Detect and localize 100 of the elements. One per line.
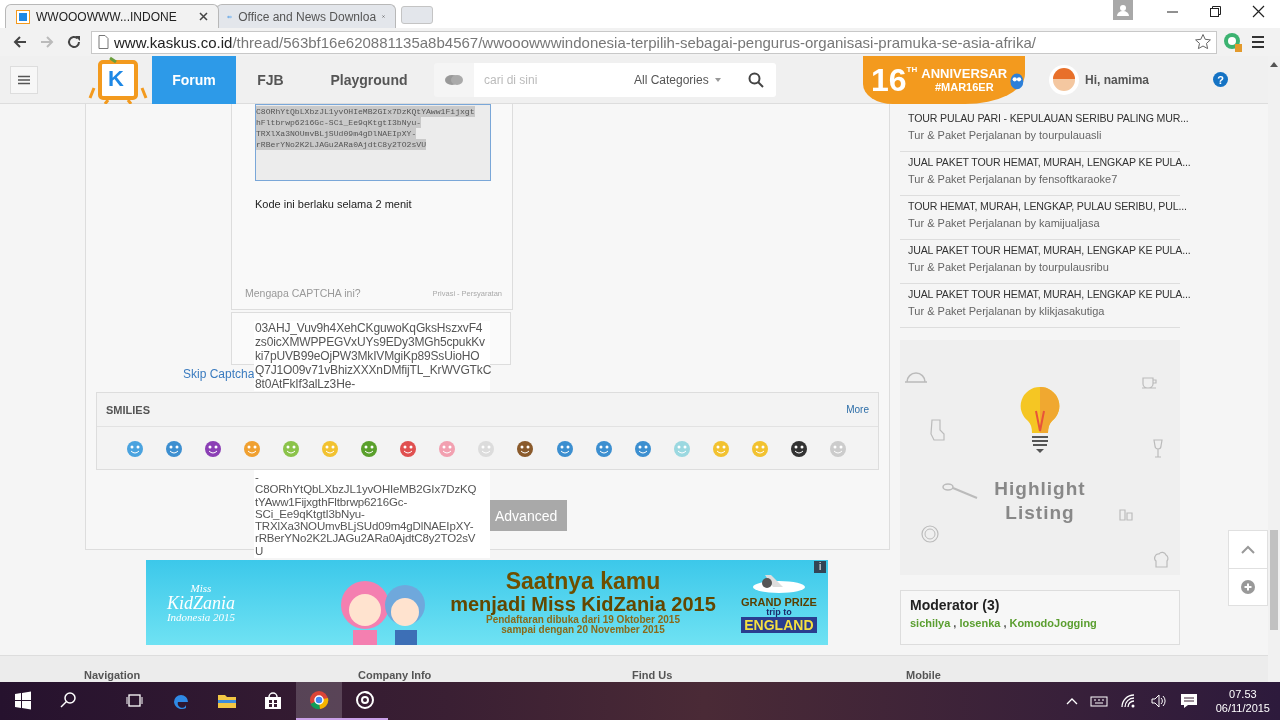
info-badge[interactable]: i xyxy=(814,561,826,573)
glove-icon xyxy=(928,418,946,442)
text-line: 8t0AtFkIf3alLz3He- xyxy=(255,377,356,391)
user-icon[interactable] xyxy=(1113,0,1133,20)
thread-title: TOUR HEMAT, MURAH, LENGKAP, PULAU SERIBU, PUL... xyxy=(908,200,1187,212)
footer-heading: Navigation xyxy=(84,669,142,682)
chat-icon[interactable] xyxy=(444,72,464,87)
clock[interactable]: 07.53 06/11/2015 xyxy=(1215,687,1270,715)
category-dropdown[interactable]: All Categories xyxy=(634,62,736,97)
thread-subtitle: Tur & Paket Perjalanan by tourpulausribu xyxy=(908,261,1109,273)
smiley-icon[interactable] xyxy=(203,438,224,459)
category-label: All Categories xyxy=(634,72,709,87)
text-line: - xyxy=(255,471,260,484)
scroll-up-icon[interactable] xyxy=(1270,61,1278,67)
ad-logo-text: Miss xyxy=(190,582,212,594)
anniversary-title: ANNIVERSAR xyxy=(921,66,1008,81)
text-line: SCi_Ee9qKtgtI3bNyu- xyxy=(255,507,365,521)
browser-tab[interactable]: WWOOOWWW...INDONE xyxy=(5,4,219,28)
captcha-code-field[interactable]: C8ORhYtQbLXbzJL1yvOHIeMB2GIx7DzKQtYAww1Fijxgt hFltbrwp6216Gc-SCi_Ee9qKtgtI3bNyu- TRXlXa3NOUmvBLjSUd09m4gDlNAEIpXY- rRBerYNo2K2LJAGu2ARa0AjdtC8y2TO2sVU xyxy=(255,104,491,181)
text-line: ki7pUVB99eOjPW3MkIVMgiKp89SsUioHO xyxy=(255,349,481,363)
thread-subtitle: Tur & Paket Perjalanan by kamijualjasa xyxy=(908,217,1100,229)
clock-time: 07.53 xyxy=(1229,687,1257,701)
comma-text: , xyxy=(1003,617,1007,629)
text-line: 03AHJ_Vuv9h4XehCKguwoKqGksHszxvF4 xyxy=(255,321,484,335)
site-logo[interactable]: K xyxy=(88,55,148,104)
text-line: tYAww1FijxgthFltbrwp6216Gc- xyxy=(255,495,409,508)
browser-tab[interactable]: Office and News Downloa xyxy=(216,4,396,28)
avatar-icon[interactable] xyxy=(1049,64,1079,95)
url-path: /thread/563bf16e620881135a8b4567/wwooowwwindonesia-terpilih-sebagai-pengurus-organisasi-pramuka-se-asia-afrika/ xyxy=(232,33,1036,51)
nav-tab[interactable]: Playground xyxy=(305,55,433,104)
site-icon xyxy=(16,9,30,24)
captcha-note: Kode ini berlaku selama 2 menit xyxy=(255,198,413,210)
chrome-icon xyxy=(309,690,329,710)
ad-logo-text: KidZania xyxy=(167,593,235,612)
ad-headline: Saatnya kamu xyxy=(505,569,661,594)
anniversary-hashtag: #MAR16ER xyxy=(934,81,994,93)
anniversary-number: 16 xyxy=(871,63,907,96)
menu-button[interactable] xyxy=(10,65,38,94)
smilies-title: SMILIES xyxy=(106,403,150,416)
chat-button[interactable] xyxy=(434,62,474,97)
clock-date: 06/11/2015 xyxy=(1215,701,1270,715)
ad-banner[interactable]: Miss KidZania Indonesia 2015 Saatnya kamu menjadi Miss KidZania 2015 Pendaftaran dibuka dari 19 Oktober 2015 sampai dengan 20 November 2015 GRAND PRIZE trip to ENGLAND i xyxy=(146,560,828,645)
start-icon xyxy=(13,691,33,711)
thread-title: JUAL PAKET TOUR HEMAT, MURAH, LENGKAP KE PULA... xyxy=(908,156,1191,168)
caret-icon xyxy=(714,77,721,82)
anniversary-suffix: TH xyxy=(906,64,918,74)
tab-title: Office and News Downloa xyxy=(238,9,377,24)
star-icon[interactable] xyxy=(1194,33,1212,51)
ad-prize-text: trip to xyxy=(766,607,792,617)
thread-title: JUAL PAKET TOUR HEMAT, MURAH, LENGKAP KE PULA... xyxy=(908,244,1191,256)
smiley-icon[interactable] xyxy=(788,438,809,459)
more-link[interactable]: More xyxy=(846,404,869,415)
ad-subheadline: menjadi Miss KidZania 2015 xyxy=(450,593,716,615)
notification-icon[interactable] xyxy=(1179,693,1198,709)
back-icon[interactable] xyxy=(11,34,28,50)
skip-captcha-link[interactable]: Skip Captcha xyxy=(183,367,255,383)
thread-subtitle: Tur & Paket Perjalanan by tourpulauasli xyxy=(908,129,1102,141)
smiley-icon[interactable] xyxy=(515,438,536,459)
plus-circle-icon xyxy=(1241,580,1255,594)
reload-icon[interactable] xyxy=(65,34,82,50)
search-icon xyxy=(748,71,764,88)
text-line: Q7J1O09v71vBhizXXXnDMfijTL_KrWVGTkC xyxy=(255,363,490,377)
close-icon[interactable] xyxy=(199,12,208,21)
ad-prize-text: ENGLAND xyxy=(741,616,817,633)
url-host: www.kaskus.co.id xyxy=(114,33,233,51)
tab-title: WWOOOWWW...INDONE xyxy=(36,9,178,24)
thread-subtitle: Tur & Paket Perjalanan by fensoftkaraoke7 xyxy=(908,173,1118,185)
thread-title: JUAL PAKET TOUR HEMAT, MURAH, LENGKAP KE PULA... xyxy=(908,288,1191,300)
logo-letter: K xyxy=(108,65,124,92)
text-line: rRBerYNo2K2LJAGu2ARa0AjdtC8y2TO2sV xyxy=(255,532,477,545)
keyboard-icon[interactable] xyxy=(1089,694,1108,708)
text-line: C8ORhYtQbLXbzJL1yvOHIeMB2GIx7DzKQ xyxy=(255,483,478,496)
footer-heading: Mobile xyxy=(906,669,942,682)
ad-logo-text: Indonesia 2015 xyxy=(166,611,236,623)
thread-subtitle: Tur & Paket Perjalanan by klikjasakutiga xyxy=(908,305,1105,317)
volume-icon[interactable] xyxy=(1149,693,1168,709)
plate-icon xyxy=(918,524,942,544)
help-button[interactable]: ? xyxy=(1213,72,1229,87)
disc-icon xyxy=(355,690,375,710)
shopping-bag-icon xyxy=(263,691,283,711)
user-greeting[interactable]: Hi, namima xyxy=(1085,72,1150,87)
forward-icon[interactable] xyxy=(38,34,55,50)
chevron-up-icon[interactable] xyxy=(1065,697,1078,705)
search-button[interactable] xyxy=(736,62,776,97)
title-line: Highlight xyxy=(994,477,1086,501)
text-line: U xyxy=(255,544,265,558)
scrollbar-thumb[interactable] xyxy=(1270,530,1278,630)
glass-icon xyxy=(1152,438,1164,458)
text-line: TRXlXa3NOUmvBLjSUd09m4gDlNAEIpXY- xyxy=(255,520,475,533)
ad-detail-text: Pendaftaran dibuka dari 19 Oktober 2015 xyxy=(486,614,680,625)
address-bar[interactable]: www.kaskus.co.id/thread/563bf16e620881135a8b4567/wwooowwwindonesia-terpilih-sebagai-pengurus-organisasi-pramuka-se-asia-afrika/ xyxy=(91,30,1217,54)
search-field[interactable]: cari di sini xyxy=(474,62,634,97)
footer-heading: Find Us xyxy=(632,669,674,682)
nav-tab[interactable]: FJB xyxy=(236,55,305,104)
chevron-up-icon xyxy=(1241,545,1255,554)
footer-heading: Company Info xyxy=(358,669,433,682)
whisk-icon xyxy=(942,482,978,500)
ad-detail-text: sampai dengan 20 November 2015 xyxy=(501,625,665,636)
ad-prize-text: GRAND PRIZE xyxy=(741,596,817,608)
menu-icon xyxy=(18,74,30,85)
